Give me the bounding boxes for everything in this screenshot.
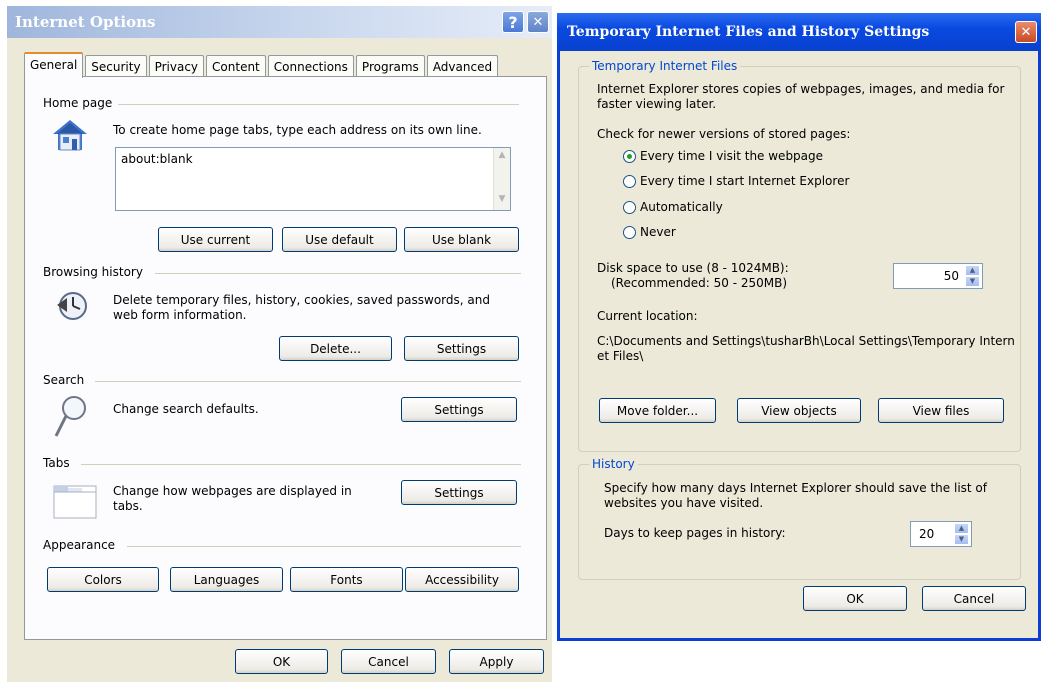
use-current-button[interactable]: Use current bbox=[158, 227, 273, 252]
close-icon: ✕ bbox=[532, 14, 544, 30]
cancel-button[interactable]: Cancel bbox=[922, 586, 1026, 611]
magnifier-icon bbox=[54, 396, 86, 437]
ok-button[interactable]: OK bbox=[803, 586, 907, 611]
disk-space-recommended: (Recommended: 50 - 250MB) bbox=[611, 276, 788, 290]
radio-icon[interactable] bbox=[623, 225, 636, 239]
spinner-buttons[interactable]: ▲ ▼ bbox=[954, 523, 969, 545]
check-newer-label: Check for newer versions of stored pages… bbox=[597, 127, 851, 141]
apply-button[interactable]: Apply bbox=[449, 649, 544, 674]
radio-icon[interactable] bbox=[623, 200, 636, 214]
internet-options-titlebar[interactable]: Internet Options ? ✕ bbox=[7, 6, 552, 38]
tab-advanced[interactable]: Advanced bbox=[426, 55, 499, 77]
delete-history-button[interactable]: Delete... bbox=[279, 336, 392, 361]
use-default-button[interactable]: Use default bbox=[282, 227, 397, 252]
tab-privacy[interactable]: Privacy bbox=[148, 55, 205, 77]
help-button[interactable]: ? bbox=[502, 11, 524, 33]
cancel-button[interactable]: Cancel bbox=[341, 649, 436, 674]
tab-content[interactable]: Content bbox=[206, 55, 266, 77]
radio-never[interactable]: Never bbox=[623, 225, 676, 239]
disk-space-spinner[interactable]: 50 ▲ ▼ bbox=[893, 263, 983, 289]
view-files-button[interactable]: View files bbox=[878, 398, 1004, 423]
search-settings-button[interactable]: Settings bbox=[401, 397, 517, 422]
divider bbox=[117, 104, 519, 105]
view-objects-button[interactable]: View objects bbox=[737, 398, 861, 423]
spin-up-icon[interactable]: ▲ bbox=[954, 523, 969, 534]
scroll-up-icon[interactable]: ▲ bbox=[496, 150, 508, 164]
spin-down-icon[interactable]: ▼ bbox=[965, 276, 980, 287]
scroll-down-icon[interactable]: ▼ bbox=[496, 194, 508, 208]
help-icon: ? bbox=[508, 12, 518, 32]
spinner-buttons[interactable]: ▲ ▼ bbox=[965, 265, 980, 287]
history-settings-button[interactable]: Settings bbox=[404, 336, 519, 361]
radio-label: Automatically bbox=[640, 200, 723, 214]
tabs-group-label: Tabs bbox=[43, 456, 76, 470]
history-legend: History bbox=[589, 457, 638, 471]
tab-security[interactable]: Security bbox=[85, 55, 147, 77]
days-label: Days to keep pages in history: bbox=[604, 526, 786, 540]
close-icon: ✕ bbox=[1020, 24, 1032, 40]
tabs-description: Change how webpages are displayed in tab… bbox=[113, 484, 352, 513]
radio-label: Every time I visit the webpage bbox=[640, 149, 824, 163]
spin-up-icon[interactable]: ▲ bbox=[965, 265, 980, 276]
close-button[interactable]: ✕ bbox=[1015, 21, 1037, 43]
internet-options-window: Internet Options ? ✕ General Security Pr… bbox=[7, 6, 552, 682]
tab-connections[interactable]: Connections bbox=[267, 55, 354, 77]
divider bbox=[81, 464, 521, 465]
home-page-textarea[interactable]: about:blank ▲ ▼ bbox=[115, 147, 511, 211]
radio-every-visit[interactable]: Every time I visit the webpage bbox=[623, 149, 823, 163]
colors-button[interactable]: Colors bbox=[47, 567, 159, 592]
tab-strip: General Security Privacy Content Connect… bbox=[24, 52, 500, 78]
window-title: Internet Options bbox=[15, 13, 156, 31]
days-value[interactable]: 20 bbox=[911, 527, 954, 541]
spin-down-icon[interactable]: ▼ bbox=[954, 534, 969, 545]
tif-settings-titlebar[interactable]: Temporary Internet Files and History Set… bbox=[557, 13, 1041, 51]
use-blank-button[interactable]: Use blank bbox=[404, 227, 519, 252]
close-button[interactable]: ✕ bbox=[527, 11, 549, 33]
tif-description: Internet Explorer stores copies of webpa… bbox=[597, 82, 1005, 111]
current-location-path: C:\Documents and Settings\tusharBh\Local… bbox=[597, 334, 1015, 363]
disk-space-label: Disk space to use (8 - 1024MB): bbox=[597, 261, 789, 275]
tif-legend: Temporary Internet Files bbox=[589, 59, 741, 73]
divider bbox=[155, 273, 521, 274]
home-page-description: To create home page tabs, type each addr… bbox=[113, 123, 482, 137]
divider bbox=[127, 546, 521, 547]
tab-general[interactable]: General bbox=[24, 52, 84, 78]
home-page-scrollbar[interactable]: ▲ ▼ bbox=[493, 148, 510, 210]
days-spinner[interactable]: 20 ▲ ▼ bbox=[910, 521, 972, 547]
current-location-label: Current location: bbox=[597, 309, 698, 323]
radio-automatically[interactable]: Automatically bbox=[623, 200, 723, 214]
disk-space-value[interactable]: 50 bbox=[894, 269, 965, 283]
fonts-button[interactable]: Fonts bbox=[290, 567, 403, 592]
divider bbox=[95, 381, 521, 382]
tif-group bbox=[578, 66, 1021, 452]
tabs-settings-button[interactable]: Settings bbox=[401, 480, 517, 505]
history-description: Specify how many days Internet Explorer … bbox=[604, 481, 987, 510]
radio-every-start[interactable]: Every time I start Internet Explorer bbox=[623, 174, 849, 188]
tabs-icon bbox=[53, 485, 97, 519]
home-page-value: about:blank bbox=[121, 152, 193, 166]
browsing-history-group-label: Browsing history bbox=[43, 265, 149, 279]
browsing-history-description: Delete temporary files, history, cookies… bbox=[113, 293, 490, 322]
accessibility-button[interactable]: Accessibility bbox=[405, 567, 519, 592]
ok-button[interactable]: OK bbox=[235, 649, 328, 674]
tab-programs[interactable]: Programs bbox=[355, 55, 425, 77]
search-description: Change search defaults. bbox=[113, 402, 259, 416]
languages-button[interactable]: Languages bbox=[170, 567, 283, 592]
radio-icon[interactable] bbox=[623, 174, 636, 188]
radio-selected-icon[interactable] bbox=[623, 149, 636, 163]
house-icon bbox=[53, 120, 87, 151]
radio-label: Never bbox=[640, 225, 676, 239]
radio-label: Every time I start Internet Explorer bbox=[640, 174, 850, 188]
window-title: Temporary Internet Files and History Set… bbox=[567, 24, 930, 40]
search-group-label: Search bbox=[43, 373, 91, 387]
move-folder-button[interactable]: Move folder... bbox=[599, 398, 716, 423]
home-page-group-label: Home page bbox=[43, 96, 119, 110]
tif-settings-window: Temporary Internet Files and History Set… bbox=[557, 13, 1041, 641]
history-clock-icon bbox=[57, 292, 87, 320]
appearance-group-label: Appearance bbox=[43, 538, 122, 552]
